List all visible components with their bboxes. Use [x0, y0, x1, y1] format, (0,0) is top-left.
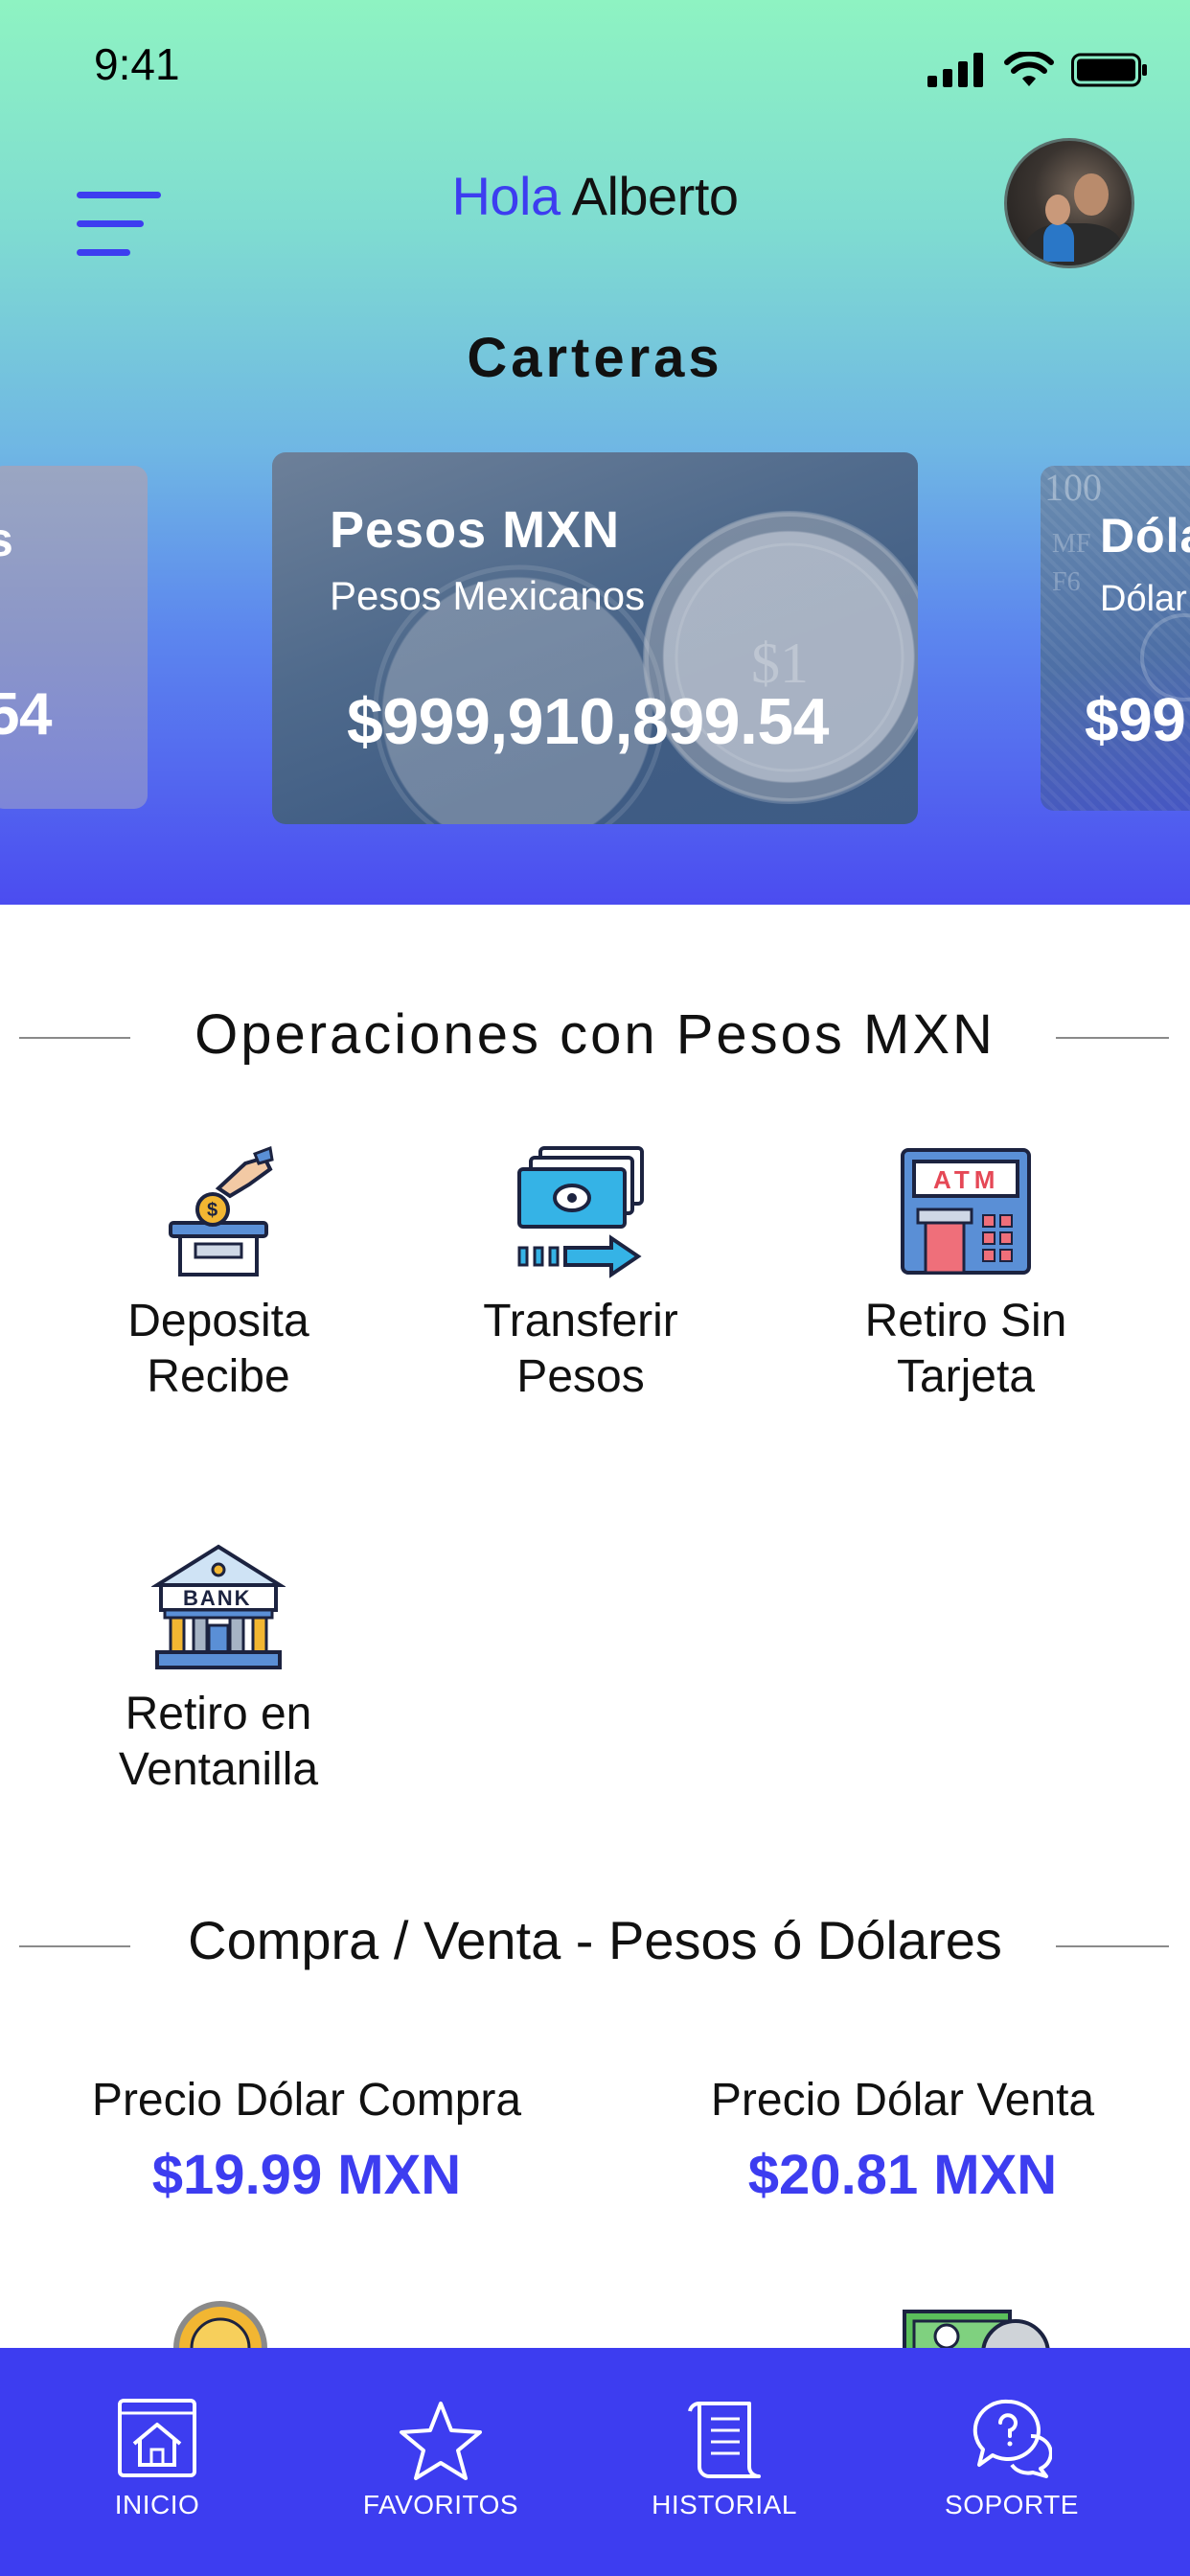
app-screen: 9:41 Hola Alberto Carteras 54 $1 Pesos M… [0, 0, 1190, 2576]
wallet-card-amount: $99 [1085, 685, 1186, 754]
wallet-card-previous[interactable]: s 54 [0, 466, 148, 809]
operation-deposit[interactable]: $ Deposita Recibe [75, 1146, 362, 1405]
wallet-card-subtitle: Pesos Mexicanos [330, 573, 646, 618]
avatar[interactable] [1004, 138, 1134, 268]
battery-icon [1071, 53, 1147, 87]
nav-label: FAVORITOS [362, 2490, 519, 2519]
nav-label: SOPORTE [945, 2490, 1079, 2519]
operation-label: Deposita [127, 1296, 309, 1346]
operation-cardless-withdrawal[interactable]: ATM Retiro Sin Tarjeta [822, 1146, 1110, 1405]
home-icon [118, 2399, 196, 2477]
operation-label: Retiro en [125, 1689, 312, 1739]
svg-text:F6: F6 [1052, 567, 1081, 597]
star-icon [400, 2402, 482, 2480]
status-icons [927, 52, 1148, 88]
avatar-figure [1045, 195, 1070, 225]
wallets-title: Carteras [467, 327, 723, 389]
bottom-nav: INICIO FAVORITOS HISTORIAL SOPORTE [0, 2348, 1190, 2576]
nav-label: INICIO [114, 2490, 200, 2519]
menu-icon-line [77, 249, 130, 256]
coin-icon [173, 2301, 267, 2348]
support-icon [973, 2399, 1052, 2478]
operation-label: Ventanilla [118, 1744, 319, 1795]
wallet-card-subtitle: Dólar [1100, 579, 1187, 619]
status-bar: 9:41 [0, 0, 1190, 134]
exchange-title: Compra / Venta - Pesos ó Dólares [188, 1910, 1002, 1970]
user-name: Alberto [571, 166, 739, 226]
wallet-card-title: Pesos MXN [330, 501, 621, 559]
buy-price-value: $19.99 MXN [151, 2144, 462, 2206]
bank-icon-text: BANK [183, 1586, 252, 1610]
wallet-card-amount: 54 [0, 681, 52, 748]
wallet-card-amount: $999,910,899.54 [347, 685, 830, 758]
nav-item-historial[interactable]: HISTORIAL [581, 2348, 868, 2576]
operation-label: Transferir [483, 1296, 678, 1346]
operation-label: Tarjeta [896, 1351, 1036, 1402]
nav-label: HISTORIAL [652, 2490, 797, 2519]
atm-icon-text: ATM [933, 1165, 999, 1194]
bank-icon: BANK [151, 1544, 286, 1669]
nav-item-favoritos[interactable]: FAVORITOS [297, 2348, 584, 2576]
svg-text:MF: MF [1052, 529, 1090, 559]
wallet-card-pesos[interactable]: $1 Pesos MXN Pesos Mexicanos $999,910,89… [272, 452, 918, 824]
signal-icon [927, 53, 983, 87]
nav-item-inicio[interactable]: INICIO [13, 2348, 301, 2576]
status-time: 9:41 [94, 39, 180, 89]
atm-icon: ATM [901, 1148, 1031, 1275]
greeting-prefix: Hola [451, 166, 561, 226]
sell-price-value: $20.81 MXN [747, 2144, 1058, 2206]
operation-branch-withdrawal[interactable]: BANK Retiro en Ventanilla [75, 1543, 362, 1798]
scroll-icon [688, 2402, 761, 2478]
wallet-card-title: Dóla [1100, 509, 1190, 563]
operations-title: Operaciones con Pesos MXN [195, 1003, 995, 1066]
operation-label: Recibe [147, 1351, 290, 1402]
nav-item-soporte[interactable]: SOPORTE [868, 2348, 1156, 2576]
buy-price-label: Precio Dólar Compra [91, 2075, 522, 2126]
cash-icon [903, 2310, 1050, 2348]
avatar-figure [1074, 173, 1109, 216]
avatar-figure [1026, 223, 1122, 265]
svg-text:100: 100 [1044, 466, 1102, 509]
operation-label: Pesos [516, 1351, 645, 1402]
wallet-card-title: s [0, 512, 14, 567]
svg-text:$: $ [207, 1200, 217, 1221]
deposit-icon: $ [169, 1146, 274, 1276]
sell-price-label: Precio Dólar Venta [710, 2075, 1095, 2126]
transfer-icon [517, 1146, 644, 1278]
wifi-icon [1004, 52, 1054, 86]
avatar-figure [1043, 223, 1074, 262]
operation-transfer[interactable]: Transferir Pesos [437, 1146, 724, 1405]
wallet-card-dolares[interactable]: 100 MF F6 Dóla Dólar $99 [1041, 466, 1190, 811]
operation-label: Retiro Sin [864, 1296, 1067, 1346]
